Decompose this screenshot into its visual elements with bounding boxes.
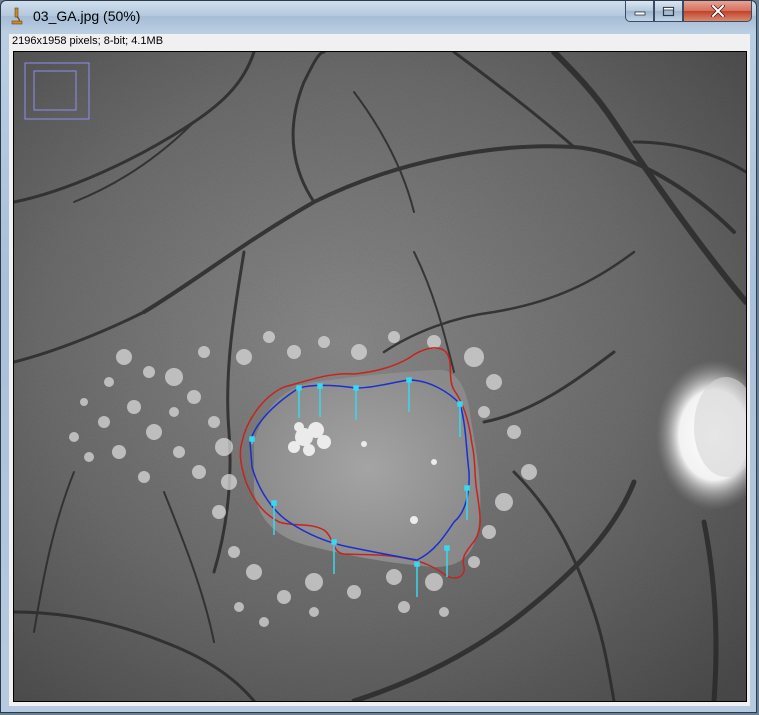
- maximize-button[interactable]: [654, 1, 683, 22]
- atrophy-lesion: [254, 369, 481, 567]
- image-info-bar: 2196x1958 pixels; 8-bit; 4.1MB: [9, 34, 750, 48]
- window-title: 03_GA.jpg (50%): [33, 8, 141, 24]
- title-bar[interactable]: 03_GA.jpg (50%): [1, 1, 756, 31]
- imagej-microscope-icon: [11, 7, 23, 25]
- minimize-button[interactable]: [625, 1, 654, 22]
- maximize-icon: [662, 6, 675, 16]
- image-canvas-area: [9, 48, 750, 706]
- close-button[interactable]: [683, 1, 752, 22]
- image-canvas[interactable]: [13, 51, 747, 702]
- minimize-icon: [634, 11, 645, 16]
- imagej-image-window: 03_GA.jpg (50%) 2196x1958 pixels; 8-bit;…: [0, 0, 757, 713]
- retina-fundus-image[interactable]: [14, 52, 746, 701]
- close-icon: [710, 5, 725, 17]
